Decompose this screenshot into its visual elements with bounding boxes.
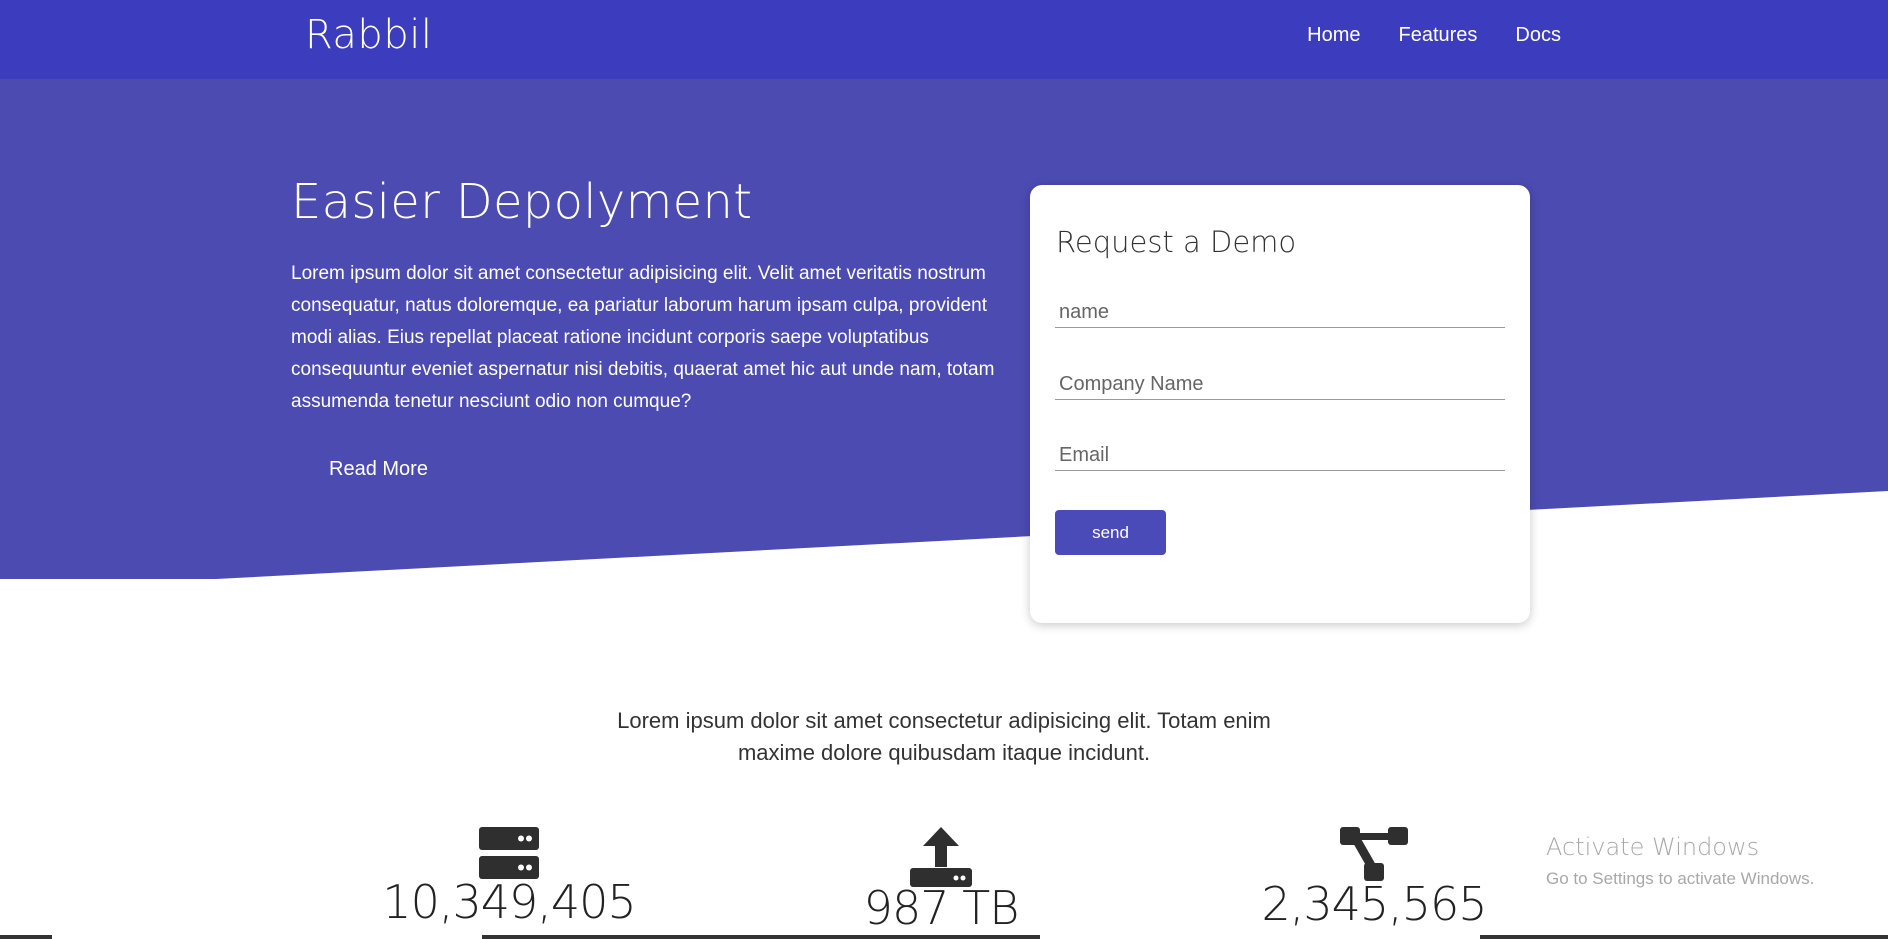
hero-text: Lorem ipsum dolor sit amet consectetur a… <box>291 263 995 412</box>
sitemap-icon <box>1340 827 1408 881</box>
read-more-link[interactable]: Read More <box>329 458 428 481</box>
nav-link-docs[interactable]: Docs <box>1515 24 1561 47</box>
bottom-edge-segment <box>52 935 482 939</box>
nav-link-home[interactable]: Home <box>1307 24 1360 47</box>
company-name-input[interactable] <box>1055 370 1505 400</box>
bottom-edge <box>0 935 1888 939</box>
watermark-subtitle: Go to Settings to activate Windows. <box>1546 869 1815 888</box>
upload-icon <box>910 827 972 887</box>
activate-windows-watermark: Activate Windows Go to Settings to activ… <box>1546 833 1814 889</box>
name-input[interactable] <box>1055 298 1505 328</box>
stat-value-connections: 2,345,565 <box>1261 877 1487 931</box>
stat-value-storage: 987 TB <box>863 881 1020 935</box>
server-icon <box>479 827 539 879</box>
brand-logo[interactable]: Rabbil <box>305 12 432 58</box>
stat-servers: 10,349,405 <box>379 827 639 929</box>
stat-storage: 987 TB <box>811 827 1071 935</box>
nav-links: Home Features Docs <box>1269 24 1561 47</box>
bottom-edge-segment <box>1040 935 1480 939</box>
request-demo-card: Request a Demo send <box>1030 185 1530 623</box>
email-input[interactable] <box>1055 441 1505 471</box>
send-button[interactable]: send <box>1055 510 1166 555</box>
navbar: Rabbil Home Features Docs <box>0 0 1888 79</box>
stat-connections: 2,345,565 <box>1244 827 1504 931</box>
watermark-title: Activate Windows <box>1546 833 1760 861</box>
request-demo-title: Request a Demo <box>1056 225 1297 259</box>
nav-link-features[interactable]: Features <box>1398 24 1477 47</box>
stat-value-servers: 10,349,405 <box>382 875 636 929</box>
intro-text: Lorem ipsum dolor sit amet consectetur a… <box>617 708 1271 765</box>
hero-title: Easier Depolyment <box>291 174 753 230</box>
